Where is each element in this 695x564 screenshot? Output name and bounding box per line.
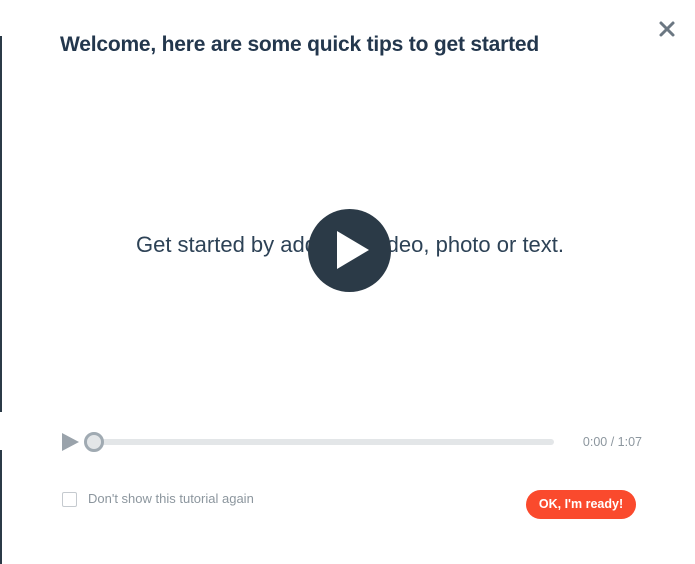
progress-track[interactable]: [84, 432, 554, 452]
dialog-title: Welcome, here are some quick tips to get…: [60, 33, 539, 56]
close-icon: [659, 21, 675, 37]
progress-knob[interactable]: [84, 432, 104, 452]
time-display: 0:00 / 1:07: [582, 435, 642, 449]
dont-show-again-label: Don't show this tutorial again: [88, 491, 254, 506]
play-toggle-button[interactable]: [60, 432, 80, 452]
play-icon: [337, 231, 369, 269]
ready-button[interactable]: OK, I'm ready!: [526, 490, 636, 519]
close-button[interactable]: [656, 18, 678, 40]
play-icon: [62, 433, 79, 451]
video-player[interactable]: Get started by adding a video, photo or …: [58, 80, 642, 410]
dont-show-again-option[interactable]: Don't show this tutorial again: [62, 490, 254, 507]
dont-show-again-checkbox[interactable]: [62, 492, 77, 507]
big-play-button[interactable]: [308, 209, 391, 292]
video-controls: 0:00 / 1:07: [58, 428, 642, 456]
tutorial-dialog: Welcome, here are some quick tips to get…: [2, 0, 695, 564]
tutorial-modal-frame: Welcome, here are some quick tips to get…: [0, 0, 695, 564]
